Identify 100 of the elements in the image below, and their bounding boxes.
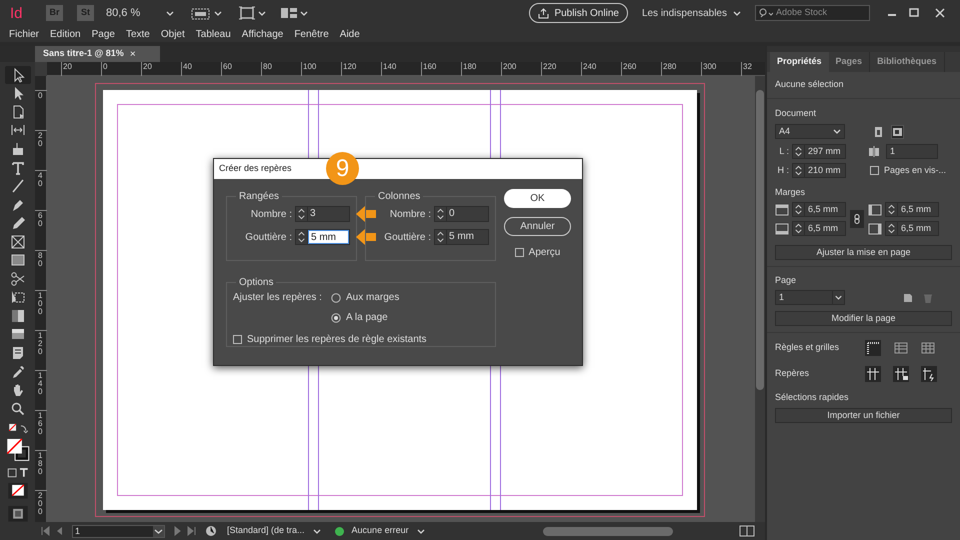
- panel-tab[interactable]: Bibliothèques: [870, 52, 945, 72]
- spin-field[interactable]: 3: [295, 206, 350, 222]
- checkbox[interactable]: [233, 335, 242, 344]
- page-field[interactable]: 1: [72, 524, 165, 538]
- margin-field[interactable]: 6,5 mm: [792, 202, 846, 217]
- menu-item[interactable]: Edition: [50, 26, 81, 42]
- radio-option[interactable]: A la page: [331, 310, 489, 325]
- width-field[interactable]: 297 mm: [792, 144, 846, 159]
- spin-field[interactable]: 5 mm: [295, 229, 350, 245]
- close-tab-button[interactable]: ×: [130, 46, 136, 62]
- margin-field[interactable]: 6,5 mm: [792, 221, 846, 236]
- new-page-icon[interactable]: [903, 292, 913, 302]
- margin-field[interactable]: 6,5 mm: [885, 221, 939, 236]
- view-mode-icon[interactable]: [6, 504, 28, 522]
- dialog-button[interactable]: Annuler: [504, 217, 571, 236]
- zoom-level[interactable]: 80,6 %: [106, 4, 166, 22]
- baseline-grid-icon[interactable]: [894, 342, 908, 354]
- radio-option[interactable]: Aux marges: [331, 290, 400, 305]
- pages-field[interactable]: 1: [886, 144, 938, 159]
- radio-button[interactable]: [331, 312, 341, 322]
- caret-icon[interactable]: [733, 10, 741, 16]
- publish-online-button[interactable]: Publish Online: [529, 3, 628, 23]
- screen-mode-icon[interactable]: [238, 6, 256, 20]
- section-title: Marges: [775, 186, 806, 199]
- error-status: Aucune erreur: [352, 524, 409, 538]
- ruler-label: 20: [38, 132, 43, 148]
- field-label: H :: [776, 164, 789, 177]
- preflight-profile[interactable]: [Standard] (de tra...: [227, 524, 305, 538]
- menu-item[interactable]: Fenêtre: [294, 26, 329, 42]
- portrait-button[interactable]: [872, 124, 885, 138]
- document-grid-icon[interactable]: [921, 342, 935, 354]
- spinner-arrows-icon[interactable]: [793, 222, 805, 235]
- vertical-scrollbar[interactable]: [755, 76, 765, 522]
- checkbox-option[interactable]: Pages en vis-...: [870, 164, 946, 178]
- menu-item[interactable]: Tableau: [196, 26, 231, 42]
- spin-field[interactable]: 0: [434, 206, 489, 222]
- frame-view-icon[interactable]: [190, 6, 212, 20]
- caret-icon[interactable]: [300, 10, 308, 16]
- menu-item[interactable]: Page: [92, 26, 115, 42]
- radio-button[interactable]: [331, 292, 341, 302]
- close-icon[interactable]: [934, 8, 946, 18]
- lock-guides-icon[interactable]: [893, 366, 909, 382]
- landscape-button[interactable]: [891, 124, 904, 138]
- smart-guides-icon[interactable]: [921, 366, 937, 382]
- selection-status: Aucune sélection: [775, 78, 845, 92]
- guides-icon[interactable]: [865, 366, 881, 382]
- apply-none-icon[interactable]: [6, 482, 28, 500]
- ruler-label: 280: [663, 62, 676, 72]
- menu-item[interactable]: Fichier: [9, 26, 40, 42]
- scroll-thumb[interactable]: [756, 90, 764, 390]
- preset-dropdown[interactable]: A4: [775, 124, 845, 139]
- caret-icon[interactable]: [312, 528, 321, 534]
- caret-icon[interactable]: [258, 10, 266, 16]
- next-last-page-icon[interactable]: [173, 526, 197, 536]
- adjust-layout-button[interactable]: Ajuster la mise en page: [775, 245, 952, 260]
- checkbox-option[interactable]: Supprimer les repères de règle existants: [233, 332, 489, 347]
- spinner-arrows-icon[interactable]: [793, 164, 805, 177]
- menu-item[interactable]: Texte: [126, 26, 150, 42]
- checkbox[interactable]: [514, 248, 524, 257]
- spinner-arrows-icon[interactable]: [793, 203, 805, 216]
- edit-page-button[interactable]: Modifier la page: [775, 311, 952, 326]
- first-previous-page-icon[interactable]: [40, 526, 64, 536]
- menu-item[interactable]: Aide: [340, 26, 360, 42]
- panel-tab[interactable]: Pages: [828, 52, 870, 72]
- link-margins-button[interactable]: [850, 210, 864, 228]
- height-field[interactable]: 210 mm: [792, 163, 846, 178]
- rulers-icon[interactable]: [865, 340, 881, 356]
- field-label: L :: [778, 144, 789, 158]
- spinner-arrows-icon[interactable]: [793, 145, 805, 158]
- caret-icon[interactable]: [214, 10, 222, 16]
- checkbox-option[interactable]: Aperçu: [514, 245, 560, 260]
- maximize-icon[interactable]: [908, 8, 920, 18]
- ruler-label: 300: [703, 62, 716, 72]
- tool-button[interactable]: [4, 66, 30, 84]
- page-dropdown[interactable]: 1: [775, 290, 845, 305]
- arrange-documents-icon[interactable]: [280, 6, 298, 20]
- spinner-arrows-icon[interactable]: [886, 203, 898, 216]
- margin-field[interactable]: 6,5 mm: [885, 202, 939, 217]
- ruler-label: 200: [503, 62, 516, 72]
- group-title: Options: [238, 276, 274, 290]
- section-title: Sélections rapides: [775, 391, 850, 404]
- panel-tab[interactable]: Propriétés: [770, 52, 829, 72]
- scroll-thumb[interactable]: [542, 526, 673, 536]
- search-field[interactable]: Adobe Stock: [755, 5, 870, 21]
- caret-icon[interactable]: [153, 526, 164, 536]
- caret-icon[interactable]: [416, 528, 425, 534]
- spinner-arrows-icon[interactable]: [886, 222, 898, 235]
- workspace-switcher[interactable]: Les indispensables: [642, 6, 727, 20]
- preflight-clock-icon[interactable]: [205, 525, 219, 537]
- menu-item[interactable]: Objet: [160, 26, 185, 42]
- spin-field[interactable]: 5 mm: [434, 229, 489, 245]
- menu-item[interactable]: Affichage: [242, 26, 284, 42]
- split-window-icon[interactable]: [739, 525, 755, 537]
- import-file-button[interactable]: Importer un fichier: [775, 408, 952, 423]
- dialog-button[interactable]: OK: [504, 189, 571, 208]
- ruler-label: 32: [743, 62, 752, 72]
- caret-icon[interactable]: [166, 10, 174, 16]
- gradient-swatch-icon: [10, 308, 26, 324]
- checkbox[interactable]: [870, 166, 879, 175]
- document-tab[interactable]: Sans titre-1 @ 81% ×: [35, 46, 160, 62]
